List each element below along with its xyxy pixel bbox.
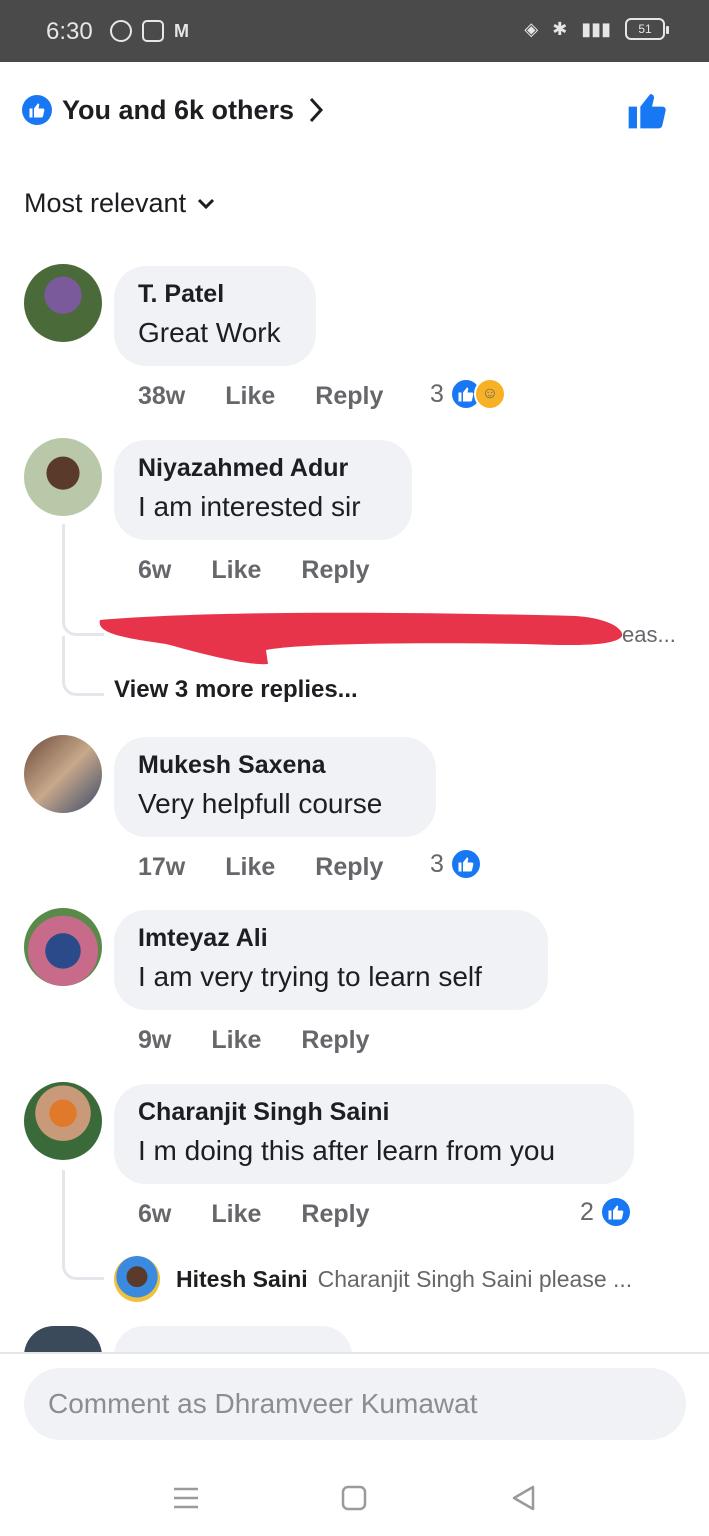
chevron-right-icon [309,97,324,123]
signal-icon: ▮▮▮ [581,18,611,39]
back-icon[interactable] [504,1478,544,1518]
reaction-summary[interactable]: 3 [430,848,482,880]
bluetooth-icon: ✱ [552,18,568,39]
reply-action[interactable]: Reply [315,853,383,882]
like-icon [449,848,482,880]
sort-label: Most relevant [24,188,187,218]
hotspot-icon: ◈ [524,18,539,39]
reaction-summary[interactable]: 2 [580,1196,632,1228]
chevron-down-icon [198,198,215,209]
comment-author[interactable]: T. Patel [138,280,292,309]
comment-actions: 38w Like Reply [138,382,423,411]
reactions-count-text: You and 6k others [62,94,295,125]
like-action[interactable]: Like [211,1026,261,1055]
like-icon [599,1196,632,1228]
navigation-bar [0,1462,709,1536]
reaction-count: 3 [430,849,444,878]
like-action[interactable]: Like [225,382,275,411]
instagram-icon [142,20,164,42]
comment-bubble[interactable]: T. Patel Great Work [114,266,316,366]
avatar[interactable] [24,735,102,813]
comment-author[interactable]: Niyazahmed Adur [138,454,388,483]
comment-time: 17w [138,853,186,881]
notification-icons: M [110,20,196,42]
comment-time: 9w [138,1026,172,1054]
reply-action[interactable]: Reply [301,1026,369,1055]
redaction-mark [99,612,623,665]
gmail-icon: M [174,21,189,41]
reply-action[interactable]: Reply [315,382,383,411]
comment-text: Great Work [138,317,281,348]
home-icon[interactable] [334,1478,374,1518]
status-time: 6:30 [46,18,93,45]
haha-icon: ☺ [473,378,506,410]
comment-bubble[interactable]: Niyazahmed Adur I am interested sir [114,440,412,540]
reaction-count: 3 [430,379,444,408]
reply-action[interactable]: Reply [301,556,369,585]
comment-author[interactable]: Mukesh Saxena [138,751,412,780]
comment-text: I m doing this after learn from you [138,1135,556,1166]
like-action[interactable]: Like [225,853,275,882]
comment-bubble[interactable]: Charanjit Singh Saini I m doing this aft… [114,1084,634,1184]
comment-text: Very helpfull course [138,788,383,819]
whatsapp-icon [110,20,132,42]
comment-time: 6w [138,556,172,584]
comment-actions: 6w Like Reply [138,556,409,585]
view-more-replies[interactable]: View 3 more replies... [114,676,358,704]
comment-composer [0,1352,709,1462]
comment-author[interactable]: Imteyaz Ali [138,924,524,953]
reactions-summary[interactable]: You and 6k others [22,90,682,130]
comment-actions: 6w Like Reply [138,1200,409,1229]
reaction-summary[interactable]: 3 ☺ [430,378,506,410]
status-bar: 6:30 M ◈ ✱ ▮▮▮ 51 [0,0,709,62]
like-action[interactable]: Like [211,1200,261,1229]
comment-input[interactable] [24,1368,686,1440]
redacted-reply-tail: eas... [622,622,676,647]
avatar[interactable] [24,1082,102,1160]
reply-author[interactable]: Hitesh Saini [176,1266,308,1293]
avatar[interactable] [114,1256,160,1302]
comment-text: I am interested sir [138,491,361,522]
battery-icon: 51 [625,18,669,40]
system-indicators: ◈ ✱ ▮▮▮ 51 [524,18,669,40]
comment-bubble[interactable]: Mukesh Saxena Very helpfull course [114,737,436,837]
comment-text: I am very trying to learn self [138,961,482,992]
like-icon [22,95,52,125]
sort-dropdown[interactable]: Most relevant [24,188,216,219]
comment-actions: 17w Like Reply [138,853,423,882]
avatar[interactable] [24,438,102,516]
thread-line [62,1170,104,1280]
comment-author[interactable]: Charanjit Singh Saini [138,1098,610,1127]
reaction-count: 2 [580,1197,594,1226]
like-button-icon[interactable] [626,90,668,130]
comment-time: 38w [138,382,186,410]
avatar[interactable] [24,264,102,342]
comment-actions: 9w Like Reply [138,1026,409,1055]
comment-time: 6w [138,1200,172,1228]
reply-action[interactable]: Reply [301,1200,369,1229]
reply-text: Charanjit Singh Saini please ... [317,1265,633,1292]
battery-level: 51 [638,22,652,36]
like-action[interactable]: Like [211,556,261,585]
avatar[interactable] [24,908,102,986]
comment-bubble[interactable]: Imteyaz Ali I am very trying to learn se… [114,910,548,1010]
reply-preview[interactable]: Hitesh Saini Charanjit Singh Saini pleas… [114,1256,632,1302]
menu-icon[interactable] [166,1478,206,1518]
